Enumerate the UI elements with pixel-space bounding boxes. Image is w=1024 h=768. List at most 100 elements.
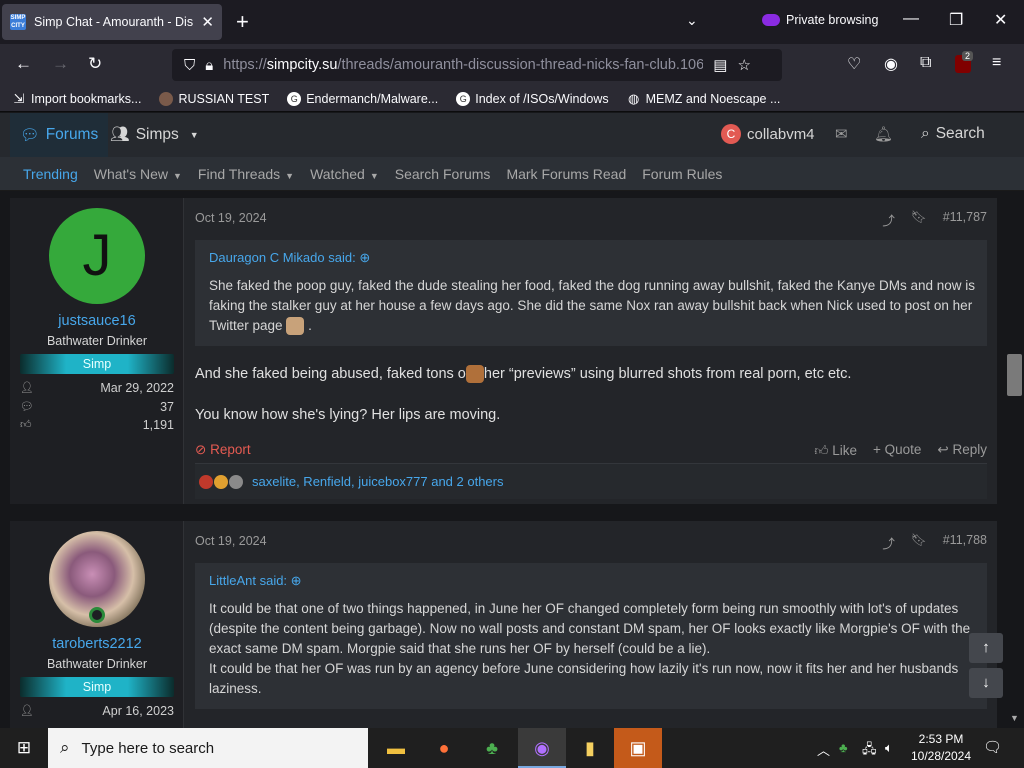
tracking-shield-icon[interactable]: ⛉	[184, 57, 195, 74]
post-text-2: You know how she's lying? Her lips are m…	[195, 407, 501, 423]
private-browsing-indicator: Private browsing	[762, 13, 878, 27]
tab-close-icon[interactable]: ✕	[201, 13, 214, 31]
post-user-cell: J justsauce16 Bathwater Drinker Simp 👤︎ M…	[10, 198, 184, 504]
taskbar-clock[interactable]: 2:53 PM 10/28/2024	[906, 731, 976, 765]
clock-date: 10/28/2024	[910, 749, 972, 763]
inbox-icon[interactable]: ✉	[835, 125, 848, 143]
quote-button[interactable]: + Quote	[873, 442, 921, 459]
post-number[interactable]: #11,788	[943, 533, 987, 552]
subnav-trending[interactable]: Trending	[23, 166, 78, 182]
tray-app-icon[interactable]: ♣	[839, 740, 848, 755]
app-window-icon[interactable]: ▣	[614, 728, 662, 768]
search-button[interactable]: ⌕ Search	[921, 125, 985, 143]
tab-title: Simp Chat - Amouranth - Discu	[34, 15, 194, 29]
scrollbar-thumb[interactable]	[1007, 354, 1022, 396]
simps-tab[interactable]: 👥︎ Simps ▼	[110, 125, 199, 144]
scroll-top-button[interactable]: ↑	[969, 633, 1003, 663]
firefox-private-icon[interactable]: ◉	[518, 728, 566, 768]
reaction-icons	[199, 474, 244, 489]
author-avatar[interactable]: J	[49, 208, 145, 304]
bookmark-item[interactable]: G Index of /ISOs/Windows	[456, 91, 609, 106]
windows-start-icon[interactable]: ⊞	[0, 728, 48, 768]
author-username[interactable]: taroberts2212	[10, 636, 184, 652]
subnav-watched[interactable]: Watched ▼	[310, 166, 379, 182]
browser-tab[interactable]: SIMP CITY Simp Chat - Amouranth - Discu …	[2, 4, 222, 40]
scroll-bottom-button[interactable]: ↓	[969, 668, 1003, 698]
tray-overflow-icon[interactable]: ︿	[817, 740, 830, 759]
user-avatar: C	[721, 124, 741, 144]
author-username[interactable]: justsauce16	[10, 313, 184, 329]
like-button[interactable]: 👍︎ Like	[814, 442, 857, 459]
bookmark-icon[interactable]: 🔖︎	[911, 210, 927, 229]
forums-tab[interactable]: 💬︎ Forums	[10, 113, 109, 157]
minimize-icon[interactable]: —	[903, 10, 919, 28]
subnav-forum-rules[interactable]: Forum Rules	[642, 166, 722, 182]
lock-icon[interactable]: 🔒︎	[205, 57, 213, 74]
author-title: Bathwater Drinker	[46, 334, 148, 348]
bell-icon[interactable]: 🔔︎	[874, 125, 893, 143]
file-explorer-icon[interactable]: ▬	[372, 728, 420, 768]
share-icon[interactable]: ⤴	[882, 533, 895, 552]
reader-view-icon[interactable]: ▤	[713, 56, 727, 74]
close-window-icon[interactable]: ✕	[994, 10, 1007, 30]
subnav-search-forums[interactable]: Search Forums	[395, 166, 491, 182]
new-tab-icon[interactable]: +	[236, 9, 249, 35]
report-button[interactable]: ⊘ Report	[195, 442, 251, 458]
plus-icon: +	[872, 441, 881, 457]
google-icon: G	[456, 91, 471, 106]
reload-icon[interactable]: ↻	[88, 54, 102, 74]
reacted-by[interactable]: saxelite, Renfield, juicebox777 and 2 ot…	[252, 474, 504, 489]
subnav-find-threads[interactable]: Find Threads ▼	[198, 166, 294, 182]
bookmark-item[interactable]: ⇲ Import bookmarks...	[12, 91, 142, 106]
firefox-icon[interactable]: ●	[420, 728, 468, 768]
search-icon: ⌕	[60, 738, 70, 757]
thumbs-up-icon: 👍︎	[20, 419, 32, 431]
reactions-bar[interactable]: saxelite, Renfield, juicebox777 and 2 ot…	[195, 463, 987, 499]
taskbar-search-placeholder: Type here to search	[81, 739, 215, 757]
chevron-down-icon: ▼	[173, 170, 182, 181]
taskbar-search[interactable]: ⌕ Type here to search	[48, 728, 368, 768]
account-menu[interactable]: C collabvm4	[721, 124, 815, 144]
quote-author[interactable]: Dauragon C Mikado said: ⊕	[197, 240, 987, 270]
post-user-cell: taroberts2212 Bathwater Drinker Simp 👤︎ A…	[10, 521, 184, 728]
post: taroberts2212 Bathwater Drinker Simp 👤︎ A…	[10, 521, 997, 728]
bookmark-item[interactable]: RUSSIAN TEST	[159, 91, 269, 106]
bookmark-item[interactable]: ◍ MEMZ and Noescape ...	[627, 91, 780, 106]
subnav-mark-read[interactable]: Mark Forums Read	[506, 166, 626, 182]
page-scrollbar[interactable]	[1005, 191, 1024, 728]
list-all-tabs-icon[interactable]: ⌄	[686, 12, 698, 29]
extensions-icon[interactable]: ⧉	[920, 54, 931, 72]
people-app-icon[interactable]: ♣	[468, 728, 516, 768]
url-text[interactable]: https://simpcity.su/threads/amouranth-di…	[223, 57, 703, 73]
pocket-icon[interactable]: ♡	[847, 54, 861, 74]
bookmark-icon[interactable]: 🔖︎	[911, 533, 927, 552]
scroll-down-arrow-icon[interactable]: ▼	[1010, 713, 1019, 723]
bookmark-star-icon[interactable]: ☆	[737, 56, 750, 74]
user-icon: 👤︎	[20, 382, 34, 394]
post-actions: ⊘ Report 👍︎ Like + Quote ↩ Reply	[195, 442, 987, 458]
ublock-badge: 2	[962, 51, 974, 61]
users-icon: 👥︎	[110, 126, 130, 143]
volume-icon[interactable]: 🔈︎	[885, 740, 893, 756]
back-icon[interactable]: ←	[15, 54, 32, 74]
post-date[interactable]: Oct 19, 2024	[195, 211, 267, 225]
menu-icon[interactable]: ≡	[992, 54, 1001, 72]
post: J justsauce16 Bathwater Drinker Simp 👤︎ M…	[10, 198, 997, 504]
author-title: Bathwater Drinker	[46, 657, 148, 671]
network-icon[interactable]: 🖧︎	[862, 740, 877, 762]
notepad-icon[interactable]: ▮	[566, 728, 614, 768]
notification-icon[interactable]: 🗨︎	[983, 738, 1002, 756]
account-icon[interactable]: ◉	[884, 54, 898, 74]
forums-icon: 💬︎	[20, 126, 40, 144]
share-icon[interactable]: ⤴	[882, 210, 895, 229]
bookmark-item[interactable]: G Endermanch/Malware...	[287, 91, 438, 106]
user-banner: Simp	[20, 354, 174, 374]
maximize-icon[interactable]: ❐	[949, 10, 963, 30]
forward-icon[interactable]: →	[52, 54, 69, 74]
post-date[interactable]: Oct 19, 2024	[195, 534, 267, 548]
subnav-whats-new[interactable]: What's New ▼	[94, 166, 182, 182]
reply-button[interactable]: ↩ Reply	[937, 442, 987, 459]
post-number[interactable]: #11,787	[943, 210, 987, 229]
address-bar[interactable]: ⛉ 🔒︎ https://simpcity.su/threads/amouran…	[172, 49, 782, 81]
quote-author[interactable]: LittleAnt said: ⊕	[197, 563, 987, 593]
